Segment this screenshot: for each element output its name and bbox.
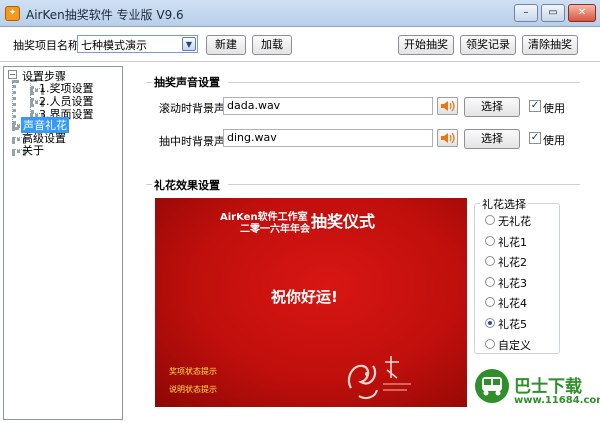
fireworks-option-label: 自定义 bbox=[498, 339, 531, 352]
fireworks-preview: AirKen软件工作室 二零一六年年会 抽奖仪式 祝你好运! 奖项状态提示 说明… bbox=[155, 198, 467, 407]
gift-icon: ✦ bbox=[5, 6, 20, 21]
use-winning-sound-label: 使用 bbox=[543, 134, 565, 147]
use-winning-sound-checkbox[interactable]: ✓ bbox=[529, 132, 541, 144]
fireworks-option-label: 礼花4 bbox=[498, 297, 527, 310]
fireworks-option-label: 礼花3 bbox=[498, 277, 527, 290]
project-select-value: 七种模式演示 bbox=[81, 39, 147, 52]
prize-records-button[interactable]: 领奖记录 bbox=[460, 35, 516, 55]
preview-ceremony: 抽奖仪式 bbox=[311, 212, 376, 231]
preview-wish: 祝你好运! bbox=[271, 288, 338, 306]
watermark-name: 巴士下载 bbox=[514, 377, 582, 397]
settings-tree: − 设置步骤 1.奖项设置 2.人员设置 3.界面设置 声音礼花 高级设置 关于 bbox=[3, 66, 123, 420]
fireworks-section-divider bbox=[146, 184, 152, 185]
new-button[interactable]: 新建 bbox=[206, 35, 246, 55]
radio-button[interactable] bbox=[485, 339, 495, 349]
site-watermark: 巴士下载 www.11684.com bbox=[470, 364, 600, 420]
rolling-sound-field[interactable]: dada.wav bbox=[223, 97, 433, 115]
use-rolling-sound-checkbox[interactable]: ✓ bbox=[529, 100, 541, 112]
fireworks-option-label: 礼花5 bbox=[498, 318, 527, 331]
radio-button-selected[interactable] bbox=[485, 318, 495, 328]
restore-button[interactable]: ▭ bbox=[541, 4, 565, 22]
project-select[interactable]: 七种模式演示 ▼ bbox=[77, 35, 198, 53]
bus-logo-icon bbox=[475, 369, 509, 403]
sound-section-title: 抽奖声音设置 bbox=[154, 76, 220, 89]
fireworks-options-title: 礼花选择 bbox=[480, 196, 528, 212]
speaker-icon bbox=[441, 100, 455, 112]
collapse-icon[interactable]: − bbox=[8, 70, 17, 79]
radio-button[interactable] bbox=[485, 236, 495, 246]
tree-connector bbox=[12, 80, 16, 130]
preview-footer-note: 说明状态提示 bbox=[169, 385, 217, 394]
minimize-button[interactable]: – bbox=[514, 4, 538, 22]
sound-section-divider bbox=[146, 82, 152, 83]
radio-button[interactable] bbox=[485, 256, 495, 266]
monkey-calligraphy-image bbox=[347, 356, 411, 399]
window-title: AirKen抽奖软件 专业版 V9.6 bbox=[26, 8, 184, 22]
radio-button[interactable] bbox=[485, 277, 495, 287]
play-winning-sound-button[interactable] bbox=[437, 129, 458, 147]
winning-sound-label: 抽中时背景声: bbox=[159, 135, 229, 148]
choose-rolling-sound-button[interactable]: 选择 bbox=[464, 97, 520, 117]
fireworks-option-label: 礼花2 bbox=[498, 256, 527, 269]
winning-sound-field[interactable]: ding.wav bbox=[223, 129, 433, 147]
watermark-url: www.11684.com bbox=[514, 395, 600, 406]
load-button[interactable]: 加载 bbox=[252, 35, 292, 55]
radio-button[interactable] bbox=[485, 215, 495, 225]
use-rolling-sound-label: 使用 bbox=[543, 102, 565, 115]
preview-footer-prize: 奖项状态提示 bbox=[169, 367, 217, 376]
start-draw-button[interactable]: 开始抽奖 bbox=[398, 35, 454, 55]
close-button[interactable]: ✕ bbox=[568, 4, 596, 22]
fireworks-section-divider bbox=[228, 184, 580, 185]
radio-button[interactable] bbox=[485, 297, 495, 307]
fireworks-section-title: 礼花效果设置 bbox=[154, 179, 220, 192]
choose-winning-sound-button[interactable]: 选择 bbox=[464, 129, 520, 149]
title-bar: ✦ AirKen抽奖软件 专业版 V9.6 – ▭ ✕ bbox=[0, 0, 600, 27]
sound-section-divider bbox=[228, 82, 580, 83]
clear-draw-button[interactable]: 清除抽奖 bbox=[522, 35, 578, 55]
play-rolling-sound-button[interactable] bbox=[437, 97, 458, 115]
speaker-icon bbox=[441, 132, 455, 144]
fireworks-option-label: 礼花1 bbox=[498, 236, 527, 249]
project-name-label: 抽奖项目名称 bbox=[13, 39, 79, 52]
rolling-sound-label: 滚动时背景声: bbox=[159, 102, 229, 115]
chevron-down-icon[interactable]: ▼ bbox=[182, 37, 196, 51]
fireworks-option-label: 无礼花 bbox=[498, 215, 531, 228]
preview-subtitle: 二零一六年年会 bbox=[240, 224, 310, 235]
tree-item-about[interactable]: 关于 bbox=[22, 142, 44, 158]
